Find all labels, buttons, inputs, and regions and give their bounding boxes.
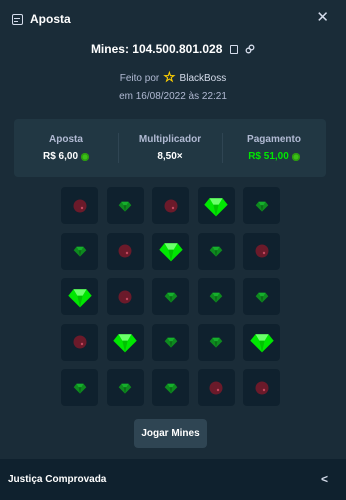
stat-payout-amount: R$ 51,00 [248, 151, 289, 162]
mine-tile[interactable] [152, 232, 189, 270]
mine-tile[interactable] [197, 232, 235, 270]
mine-tile[interactable] [106, 187, 144, 224]
stat-bet-value: R$ 6,00 [42, 151, 90, 162]
gem-icon [158, 243, 183, 262]
gem-icon [255, 201, 268, 212]
mine-icon [118, 244, 132, 258]
copy-icon[interactable] [229, 45, 238, 54]
stat-payout: Pagamento R$ 51,00 [222, 119, 326, 177]
stat-bet: Aposta R$ 6,00 [14, 119, 118, 177]
mine-tile[interactable] [61, 278, 98, 315]
placed-by: Feito por ★ BlackBoss [0, 70, 346, 85]
gem-icon [67, 288, 92, 307]
mine-tile[interactable] [152, 323, 189, 361]
mine-icon [255, 244, 268, 258]
mine-tile[interactable] [243, 369, 280, 406]
mine-tile[interactable] [243, 187, 280, 224]
coin-icon [291, 152, 300, 161]
mine-tile[interactable] [61, 187, 98, 224]
gem-icon [73, 246, 86, 257]
mine-tile[interactable] [197, 187, 235, 224]
mine-tile[interactable] [61, 323, 98, 361]
bet-date: em 16/08/2022 às 22:21 [119, 91, 227, 102]
provably-fair-label: Justiça Comprovada [8, 474, 107, 485]
gem-icon [113, 334, 137, 353]
gem-icon [118, 383, 132, 394]
mine-tile[interactable] [243, 232, 280, 270]
chevron-left-icon[interactable]: < [321, 472, 328, 486]
stat-multiplier-value: 8,50× [157, 151, 183, 162]
mine-tile[interactable] [152, 369, 189, 406]
coin-icon [81, 152, 90, 161]
placed-by-label: Feito por [119, 73, 160, 84]
mine-icon [118, 290, 132, 303]
username-link[interactable]: BlackBoss [180, 73, 227, 84]
mine-tile[interactable] [106, 278, 144, 315]
gem-icon [118, 201, 132, 212]
gem-icon [164, 337, 177, 348]
mine-tile[interactable] [61, 369, 98, 406]
gem-icon [255, 292, 268, 303]
mine-tile[interactable] [243, 323, 280, 361]
gem-icon [164, 292, 177, 303]
bet-id-row: Mines: 104.500.801.028 [0, 42, 346, 56]
gem-icon [209, 292, 223, 303]
stat-bet-label: Aposta [49, 134, 83, 145]
mine-icon [164, 199, 177, 212]
modal-title: Aposta [30, 12, 71, 26]
gem-icon [204, 197, 228, 216]
mine-tile[interactable] [197, 278, 235, 315]
mine-icon [209, 381, 223, 394]
bet-stats-panel: Aposta R$ 6,00 Multiplicador 8,50× Pagam… [14, 119, 326, 177]
mine-tile[interactable] [152, 278, 189, 315]
stat-bet-amount: R$ 6,00 [42, 151, 79, 162]
modal-header: Aposta ✕ [0, 0, 346, 38]
mines-board [61, 187, 281, 406]
vip-star-icon: ★ [164, 70, 176, 85]
stat-multiplier: Multiplicador 8,50× [118, 119, 222, 177]
gem-icon [73, 383, 86, 394]
mine-icon [73, 199, 86, 212]
stat-payout-label: Pagamento [247, 134, 301, 145]
provably-fair-bar[interactable]: Justiça Comprovada < [0, 459, 346, 500]
mine-tile[interactable] [61, 232, 98, 270]
mine-tile[interactable] [197, 323, 235, 361]
link-icon[interactable] [245, 44, 255, 54]
close-icon[interactable]: ✕ [316, 10, 329, 26]
gem-icon [249, 334, 274, 353]
gem-icon [209, 337, 223, 348]
bet-id: Mines: 104.500.801.028 [90, 42, 223, 56]
gem-icon [164, 383, 177, 394]
play-mines-button[interactable]: Jogar Mines [134, 419, 207, 448]
mine-tile[interactable] [197, 369, 235, 406]
gem-icon [209, 246, 223, 257]
stat-payout-value: R$ 51,00 [248, 151, 300, 162]
bet-slip-icon [12, 13, 23, 25]
mine-tile[interactable] [152, 187, 189, 224]
mine-icon [73, 335, 86, 349]
mine-tile[interactable] [106, 369, 144, 406]
stat-multiplier-label: Multiplicador [138, 134, 202, 145]
mine-icon [255, 381, 268, 394]
mine-tile[interactable] [106, 323, 144, 361]
mine-tile[interactable] [243, 278, 280, 315]
mine-tile[interactable] [106, 232, 144, 270]
